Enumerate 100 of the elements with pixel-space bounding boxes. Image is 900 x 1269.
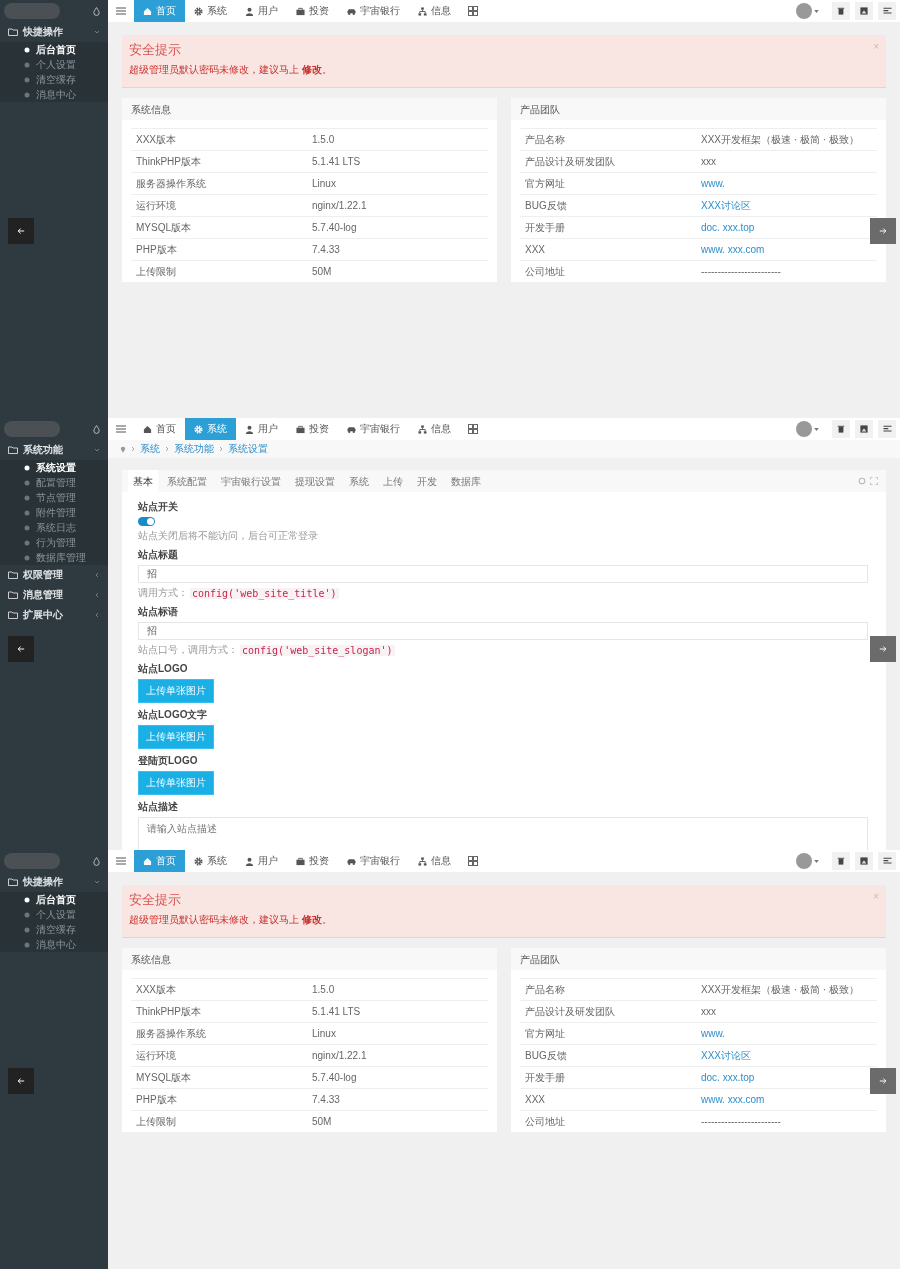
sidebar-group[interactable]: 扩展中心 — [0, 605, 108, 625]
avatar[interactable] — [796, 853, 812, 869]
sidebar-item[interactable]: 后台首页 — [0, 892, 108, 907]
info-label: XXX — [525, 244, 546, 255]
menu-icon[interactable] — [116, 857, 126, 865]
sidebar-item[interactable]: 消息中心 — [0, 87, 108, 102]
arrow-right-icon[interactable] — [870, 1068, 896, 1094]
location-pin-icon — [120, 445, 126, 453]
arrow-left-icon[interactable] — [8, 636, 34, 662]
breadcrumb-link[interactable]: 系统功能 — [174, 442, 214, 456]
info-link[interactable]: www. — [701, 178, 725, 189]
nav-tab[interactable]: 首页 — [134, 0, 185, 22]
nav-tab[interactable]: 宇宙银行 — [338, 418, 409, 440]
nav-tab[interactable]: 用户 — [236, 418, 287, 440]
upload-button[interactable]: 上传单张图片 — [138, 771, 214, 795]
list-icon[interactable] — [878, 2, 896, 20]
info-link[interactable]: doc. xxx.top — [701, 222, 755, 233]
sidebar-item[interactable]: 后台首页 — [0, 42, 108, 57]
sidebar-item[interactable]: 数据库管理 — [0, 550, 108, 565]
folder-icon — [8, 446, 18, 454]
image-icon[interactable] — [855, 2, 873, 20]
info-link[interactable]: www. xxx.com — [701, 244, 765, 255]
text-field[interactable]: 招 — [138, 565, 868, 583]
trash-icon[interactable] — [832, 420, 850, 438]
nav-tab[interactable]: 投资 — [287, 850, 338, 872]
info-link[interactable]: www. xxx.com — [701, 1094, 765, 1105]
avatar[interactable] — [796, 3, 812, 19]
arrow-right-icon[interactable] — [870, 636, 896, 662]
arrow-right-icon[interactable] — [870, 218, 896, 244]
arrow-left-icon[interactable] — [8, 218, 34, 244]
settings-tab[interactable]: 开发 — [412, 470, 442, 492]
sidebar-item[interactable]: 消息中心 — [0, 937, 108, 952]
settings-tab[interactable]: 提现设置 — [290, 470, 340, 492]
drop-icon[interactable] — [93, 6, 100, 16]
settings-tab[interactable]: 宇宙银行设置 — [216, 470, 286, 492]
caret-icon[interactable] — [814, 427, 819, 431]
nav-tab[interactable]: 信息 — [409, 0, 460, 22]
list-icon[interactable] — [878, 420, 896, 438]
arrow-left-icon[interactable] — [8, 1068, 34, 1094]
settings-tab[interactable]: 系统配置 — [162, 470, 212, 492]
nav-tab[interactable]: 系统 — [185, 0, 236, 22]
drop-icon[interactable] — [93, 856, 100, 866]
image-icon[interactable] — [855, 852, 873, 870]
info-link[interactable]: doc. xxx.top — [701, 1072, 755, 1083]
nav-tab[interactable]: 信息 — [409, 418, 460, 440]
info-link[interactable]: www. — [701, 1028, 725, 1039]
car-icon — [347, 856, 356, 866]
nav-tab[interactable]: 用户 — [236, 0, 287, 22]
nav-tab[interactable]: 宇宙银行 — [338, 850, 409, 872]
sidebar-item[interactable]: 系统设置 — [0, 460, 108, 475]
sidebar-item[interactable]: 个人设置 — [0, 907, 108, 922]
description-field[interactable]: 请输入站点描述 — [138, 817, 868, 850]
info-label: 服务器操作系统 — [136, 176, 207, 191]
grid-icon[interactable] — [468, 6, 478, 16]
sidebar-item[interactable]: 附件管理 — [0, 505, 108, 520]
caret-icon[interactable] — [814, 859, 819, 863]
menu-icon[interactable] — [116, 7, 126, 15]
upload-button[interactable]: 上传单张图片 — [138, 725, 214, 749]
nav-tab[interactable]: 系统 — [185, 850, 236, 872]
sidebar-item[interactable]: 行为管理 — [0, 535, 108, 550]
sidebar-group[interactable]: 消息管理 — [0, 585, 108, 605]
nav-tab[interactable]: 系统 — [185, 418, 236, 440]
sidebar-item[interactable]: 节点管理 — [0, 490, 108, 505]
grid-icon[interactable] — [468, 856, 478, 866]
settings-tab[interactable]: 系统 — [344, 470, 374, 492]
trash-icon[interactable] — [832, 852, 850, 870]
text-field[interactable]: 招 — [138, 622, 868, 640]
image-icon[interactable] — [855, 420, 873, 438]
info-link[interactable]: XXX讨论区 — [701, 1048, 751, 1063]
nav-tab[interactable]: 首页 — [134, 418, 185, 440]
sidebar-item[interactable]: 清空缓存 — [0, 922, 108, 937]
sidebar-item[interactable]: 配置管理 — [0, 475, 108, 490]
list-icon[interactable] — [878, 852, 896, 870]
sidebar-group[interactable]: 权限管理 — [0, 565, 108, 585]
menu-icon[interactable] — [116, 425, 126, 433]
alert-message: 超级管理员默认密码未修改，建议马上 修改。 — [129, 913, 333, 927]
nav-tab[interactable]: 首页 — [134, 850, 185, 872]
nav-tab[interactable]: 用户 — [236, 850, 287, 872]
breadcrumb-link[interactable]: 系统设置 — [228, 442, 268, 456]
toggle-switch[interactable] — [138, 517, 155, 526]
upload-button[interactable]: 上传单张图片 — [138, 679, 214, 703]
settings-tab[interactable]: 上传 — [378, 470, 408, 492]
nav-tab[interactable]: 宇宙银行 — [338, 0, 409, 22]
drop-icon[interactable] — [93, 424, 100, 434]
grid-icon[interactable] — [468, 424, 478, 434]
info-label: ThinkPHP版本 — [136, 1004, 202, 1019]
sidebar-item[interactable]: 个人设置 — [0, 57, 108, 72]
sidebar-item[interactable]: 系统日志 — [0, 520, 108, 535]
trash-icon[interactable] — [832, 2, 850, 20]
nav-tab[interactable]: 投资 — [287, 418, 338, 440]
settings-tab[interactable]: 基本 — [128, 470, 158, 492]
sidebar-item[interactable]: 清空缓存 — [0, 72, 108, 87]
house-icon — [143, 424, 152, 434]
avatar[interactable] — [796, 421, 812, 437]
nav-tab[interactable]: 投资 — [287, 0, 338, 22]
caret-icon[interactable] — [814, 9, 819, 13]
nav-tab[interactable]: 信息 — [409, 850, 460, 872]
breadcrumb-link[interactable]: 系统 — [140, 442, 160, 456]
settings-tab[interactable]: 数据库 — [446, 470, 486, 492]
info-link[interactable]: XXX讨论区 — [701, 198, 751, 213]
